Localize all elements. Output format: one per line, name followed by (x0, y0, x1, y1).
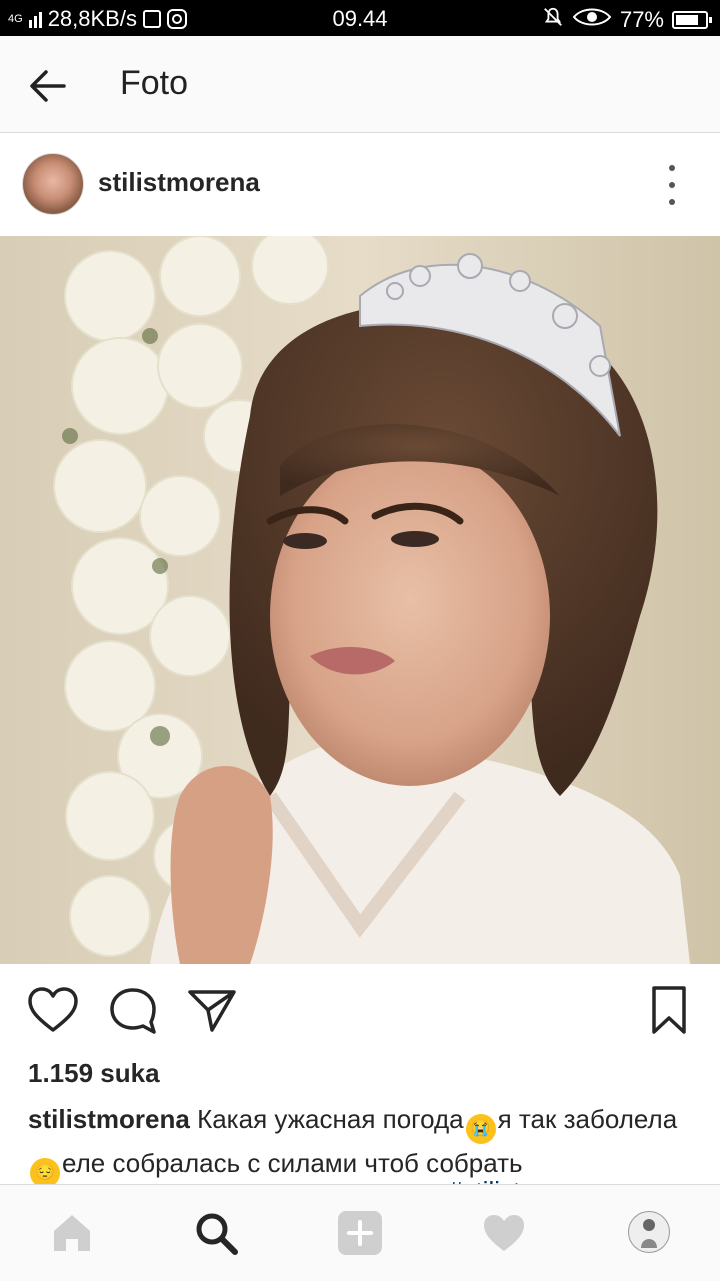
search-icon[interactable] (192, 1209, 240, 1257)
app-bar: Foto (0, 36, 720, 133)
post-caption: stilistmorena Какая ужасная погода 😭 я так… (28, 1100, 698, 1188)
avatar[interactable] (22, 153, 84, 215)
bottom-nav (0, 1184, 720, 1281)
caption-text-3: еле собралась с силами чтоб собрать (62, 1148, 523, 1178)
status-bar: 4G 28,8KB/s 09.44 77% (0, 0, 720, 36)
caption-text-1: Какая ужасная погода (197, 1104, 464, 1134)
eye-icon (572, 6, 612, 34)
profile-icon[interactable] (628, 1211, 670, 1253)
post-username[interactable]: stilistmorena (98, 167, 260, 198)
add-icon[interactable] (336, 1209, 384, 1257)
caption-text-2: я так заболела (497, 1104, 678, 1134)
battery-percent: 77% (619, 7, 664, 32)
post-header: stilistmorena (0, 133, 720, 235)
post-photo[interactable] (0, 236, 720, 964)
likes-count[interactable]: 1.159 suka (28, 1058, 160, 1089)
send-icon[interactable] (186, 984, 240, 1038)
mute-icon (542, 6, 564, 34)
bookmark-icon[interactable] (642, 984, 696, 1038)
more-vertical-icon[interactable] (660, 165, 684, 205)
page-title: Foto (120, 64, 189, 102)
caption-username[interactable]: stilistmorena (28, 1104, 190, 1134)
comment-icon[interactable] (106, 984, 160, 1038)
post-actions (0, 964, 720, 1060)
activity-heart-icon[interactable] (480, 1209, 528, 1257)
heart-icon[interactable] (26, 984, 80, 1038)
crying-emoji: 😭 (465, 1114, 496, 1144)
battery-icon (672, 11, 712, 29)
arrow-left-icon[interactable] (24, 62, 72, 110)
home-icon[interactable] (48, 1209, 96, 1257)
